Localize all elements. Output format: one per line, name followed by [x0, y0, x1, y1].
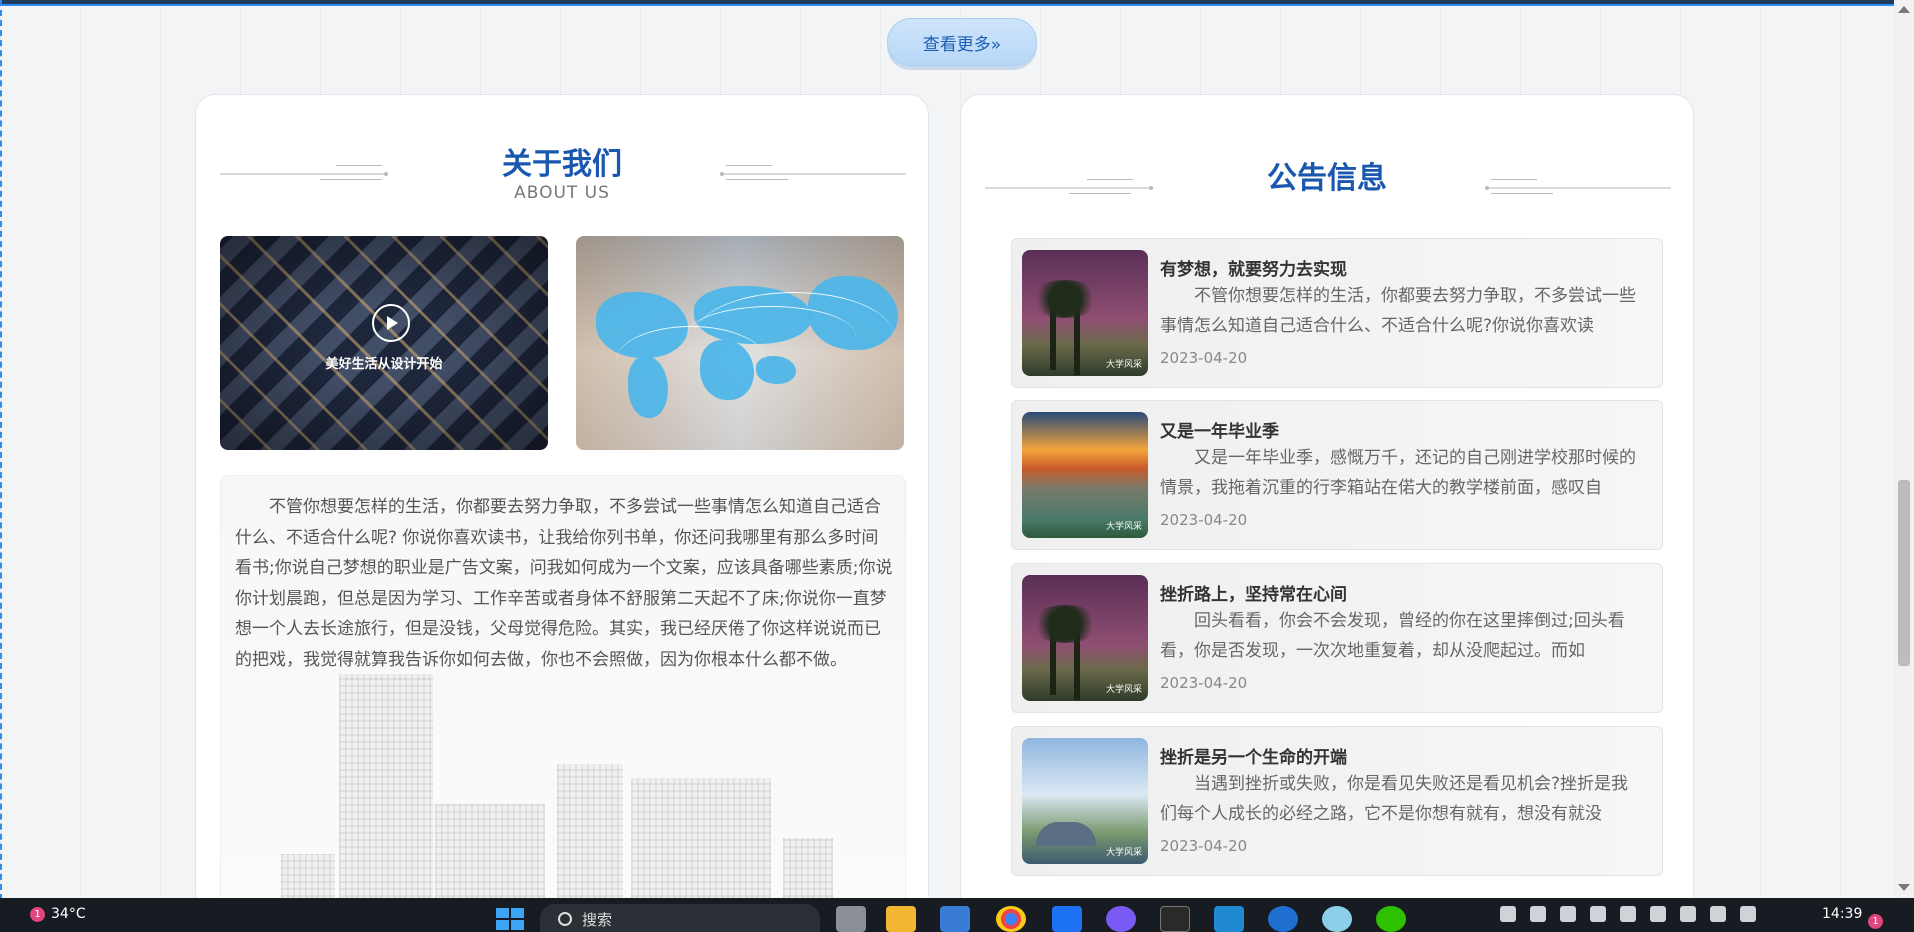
weather-widget[interactable]: 1 34°C: [30, 906, 86, 922]
notice-thumbnail: 大学风采: [1022, 575, 1148, 701]
app-icon[interactable]: [1106, 906, 1136, 932]
notice-item-title[interactable]: 挫折是另一个生命的开端: [1160, 743, 1347, 768]
title-decoration-right-dot: [720, 172, 724, 176]
title-decoration-right: [1487, 187, 1671, 189]
notification-badge[interactable]: 1: [1868, 914, 1883, 929]
background-building-4: [557, 764, 623, 904]
notice-item[interactable]: 大学风采 又是一年毕业季 又是一年毕业季，感慨万千，还记的自己刚进学校那时候的情…: [1011, 400, 1663, 550]
notice-item-summary: 当遇到挫折或失败，你是看见失败还是看见机会?挫折是我们每个人成长的必经之路，它不…: [1160, 774, 1629, 824]
about-subtitle: ABOUT US: [514, 183, 610, 203]
notice-item-date: 2023-04-20: [1160, 349, 1248, 367]
task-view-icon[interactable]: [836, 906, 866, 932]
search-icon: [558, 912, 572, 926]
system-tray[interactable]: [1500, 906, 1756, 922]
taskbar-clock[interactable]: 14:39: [1822, 906, 1862, 922]
vscode-icon[interactable]: [1214, 906, 1244, 932]
title-decoration-right-dash-2: [726, 179, 788, 180]
background-building: [281, 854, 335, 904]
notice-item-title[interactable]: 有梦想，就要努力去实现: [1160, 255, 1347, 280]
weather-temperature: 34°C: [51, 906, 86, 922]
volume-icon[interactable]: [1710, 906, 1726, 922]
notice-thumbnail: 大学风采: [1022, 250, 1148, 376]
background-building-5: [631, 778, 771, 904]
chrome-icon[interactable]: [996, 906, 1026, 932]
thumbnail-watermark: 大学风采: [1105, 360, 1142, 370]
top-bar: [0, 0, 1914, 6]
scroll-up-icon[interactable]: [1898, 6, 1910, 13]
start-icon[interactable]: [496, 908, 524, 930]
play-icon[interactable]: [372, 304, 410, 342]
notice-thumbnail: 大学风采: [1022, 738, 1148, 864]
file-explorer-icon[interactable]: [886, 906, 916, 932]
app-icon-2[interactable]: [1322, 906, 1352, 932]
about-video-image[interactable]: 美好生活从设计开始: [220, 236, 548, 450]
title-decoration-right-dash: [1491, 179, 1537, 180]
microphone-icon[interactable]: [1650, 906, 1666, 922]
about-image-caption: 美好生活从设计开始: [325, 357, 443, 372]
wechat-icon[interactable]: [1376, 906, 1406, 932]
background-building-2: [339, 674, 433, 904]
search-app-icon[interactable]: [1268, 906, 1298, 932]
tray-chevron-icon[interactable]: [1500, 906, 1516, 922]
scroll-down-icon[interactable]: [1898, 884, 1910, 891]
thumbnail-watermark: 大学风采: [1105, 685, 1142, 695]
battery-icon[interactable]: [1740, 906, 1756, 922]
tray-app-icon[interactable]: [1530, 906, 1546, 922]
view-more-button[interactable]: 查看更多»: [887, 18, 1037, 66]
notice-card: 公告信息 大学风采 有梦想，就要努力去实现 不管你想要怎样的生活，你都要去努力争…: [960, 94, 1694, 914]
left-edge-marker: [0, 0, 2, 900]
notice-item-date: 2023-04-20: [1160, 674, 1248, 692]
notice-title: 公告信息: [1267, 161, 1387, 196]
notice-item-summary: 回头看看，你会不会发现，曾经的你在这里摔倒过;回头看看，你是否发现，一次次地重复…: [1160, 611, 1625, 661]
tray-mail-icon[interactable]: [1560, 906, 1576, 922]
title-decoration-right-dot: [1485, 186, 1489, 190]
thumbnail-watermark: 大学风采: [1105, 522, 1142, 532]
notice-item-summary: 不管你想要怎样的生活，你都要去努力争取，不多尝试一些事情怎么知道自己适合什么、不…: [1160, 286, 1636, 336]
wifi-icon[interactable]: [1680, 906, 1696, 922]
tray-app-icon-2[interactable]: [1620, 906, 1636, 922]
scrollbar-thumb[interactable]: [1898, 480, 1910, 666]
title-decoration-right-dash: [726, 165, 772, 166]
notice-item[interactable]: 大学风采 挫折路上，坚持常在心间 回头看看，你会不会发现，曾经的你在这里摔倒过;…: [1011, 563, 1663, 713]
about-card: 关于我们 ABOUT US 美好生活从设计开始 不管你想要怎样的生活，你都要去努…: [195, 94, 929, 914]
notice-item-date: 2023-04-20: [1160, 837, 1248, 855]
background-building-6: [783, 838, 833, 904]
tray-screenshot-icon[interactable]: [1590, 906, 1606, 922]
background-building-3: [435, 804, 545, 904]
map-arc-3: [694, 292, 894, 382]
thumbnail-watermark: 大学风采: [1105, 848, 1142, 858]
p-app-icon[interactable]: [1052, 906, 1082, 932]
page-scrollbar[interactable]: [1894, 0, 1914, 898]
notice-item-title[interactable]: 挫折路上，坚持常在心间: [1160, 580, 1347, 605]
notice-thumbnail: 大学风采: [1022, 412, 1148, 538]
notice-item-title[interactable]: 又是一年毕业季: [1160, 417, 1279, 442]
taskbar: 1 34°C 搜索 14:39 1: [0, 898, 1914, 932]
about-paragraph: 不管你想要怎样的生活，你都要去努力争取，不多尝试一些事情怎么知道自己适合什么、不…: [235, 497, 893, 670]
notice-item-date: 2023-04-20: [1160, 511, 1248, 529]
notice-item[interactable]: 大学风采 有梦想，就要努力去实现 不管你想要怎样的生活，你都要去努力争取，不多尝…: [1011, 238, 1663, 388]
taskbar-search[interactable]: 搜索: [540, 904, 820, 932]
about-text-box: 不管你想要怎样的生活，你都要去努力争取，不多尝试一些事情怎么知道自己适合什么、不…: [220, 475, 906, 905]
title-decoration-right: [722, 173, 906, 175]
about-title: 关于我们: [502, 147, 622, 182]
notice-item-summary: 又是一年毕业季，感慨万千，还记的自己刚进学校那时候的情景，我拖着沉重的行李箱站在…: [1160, 448, 1636, 498]
weather-badge: 1: [30, 906, 45, 922]
notice-item[interactable]: 大学风采 挫折是另一个生命的开端 当遇到挫折或失败，你是看见失败还是看见机会?挫…: [1011, 726, 1663, 876]
about-world-map-image: [576, 236, 904, 450]
store-icon[interactable]: [940, 906, 970, 932]
taskbar-search-placeholder: 搜索: [582, 910, 613, 929]
terminal-icon[interactable]: [1160, 906, 1190, 932]
title-decoration-right-dash-2: [1491, 193, 1553, 194]
